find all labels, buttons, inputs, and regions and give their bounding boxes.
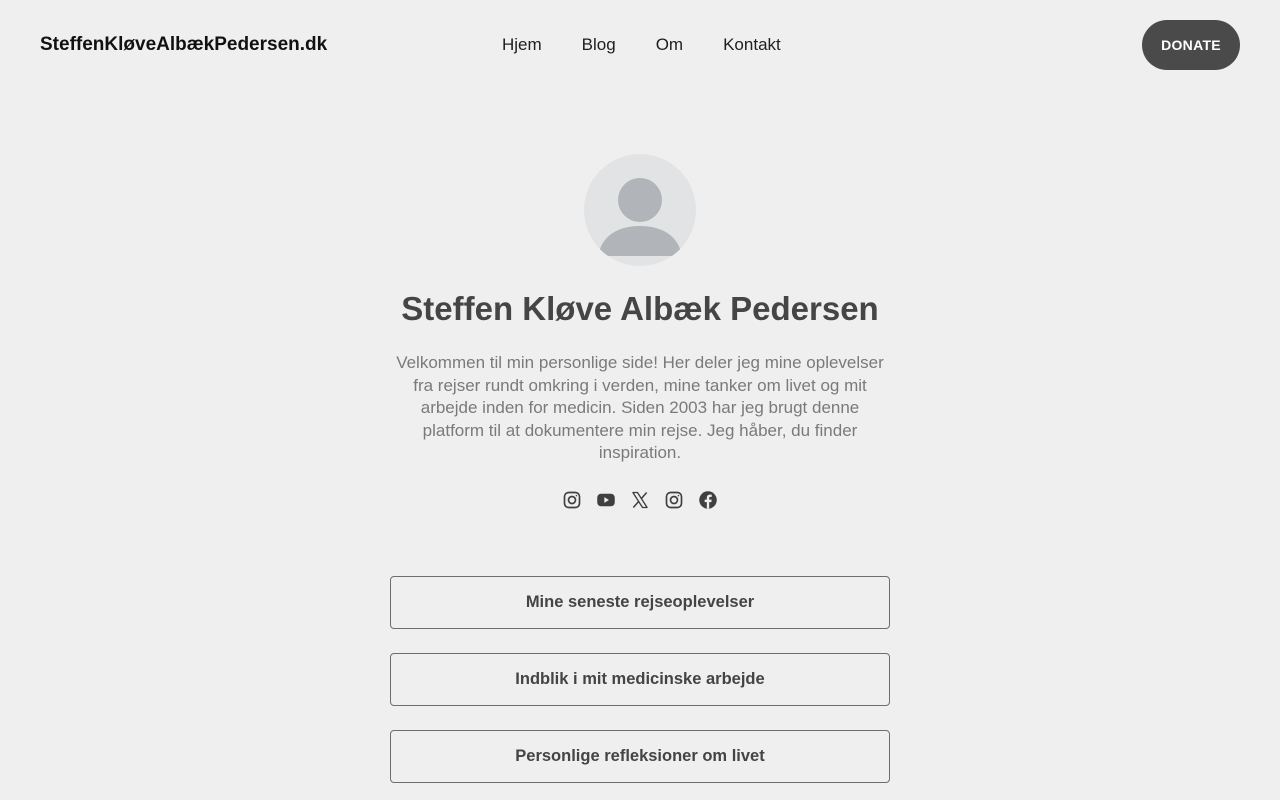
- site-header: SteffenKløveAlbækPedersen.dk Hjem Blog O…: [0, 0, 1280, 90]
- facebook-icon[interactable]: [697, 489, 719, 511]
- x-icon[interactable]: [629, 489, 651, 511]
- nav-item-hjem[interactable]: Hjem: [502, 34, 542, 56]
- social-links: [561, 489, 719, 511]
- profile-bio: Velkommen til min personlige side! Her d…: [396, 353, 884, 462]
- link-list: Mine seneste rejseoplevelser Indblik i m…: [390, 576, 890, 800]
- donate-button[interactable]: DONATE: [1142, 20, 1240, 70]
- nav-item-kontakt[interactable]: Kontakt: [723, 34, 781, 56]
- main-nav: Hjem Blog Om Kontakt: [502, 34, 781, 56]
- link-button-reflections[interactable]: Personlige refleksioner om livet: [390, 730, 890, 783]
- link-button-medical-work[interactable]: Indblik i mit medicinske arbejde: [390, 653, 890, 706]
- youtube-icon[interactable]: [595, 489, 617, 511]
- link-button-travel[interactable]: Mine seneste rejseoplevelser: [390, 576, 890, 629]
- nav-item-blog[interactable]: Blog: [582, 34, 616, 56]
- nav-item-om[interactable]: Om: [656, 34, 683, 56]
- profile-name: Steffen Kløve Albæk Pedersen: [401, 290, 879, 327]
- user-silhouette-icon: [598, 178, 682, 256]
- instagram-icon[interactable]: [663, 489, 685, 511]
- avatar: [584, 154, 696, 266]
- site-title-link[interactable]: SteffenKløveAlbækPedersen.dk: [40, 33, 327, 57]
- page: SteffenKløveAlbækPedersen.dk Hjem Blog O…: [0, 0, 1280, 800]
- instagram-icon[interactable]: [561, 489, 583, 511]
